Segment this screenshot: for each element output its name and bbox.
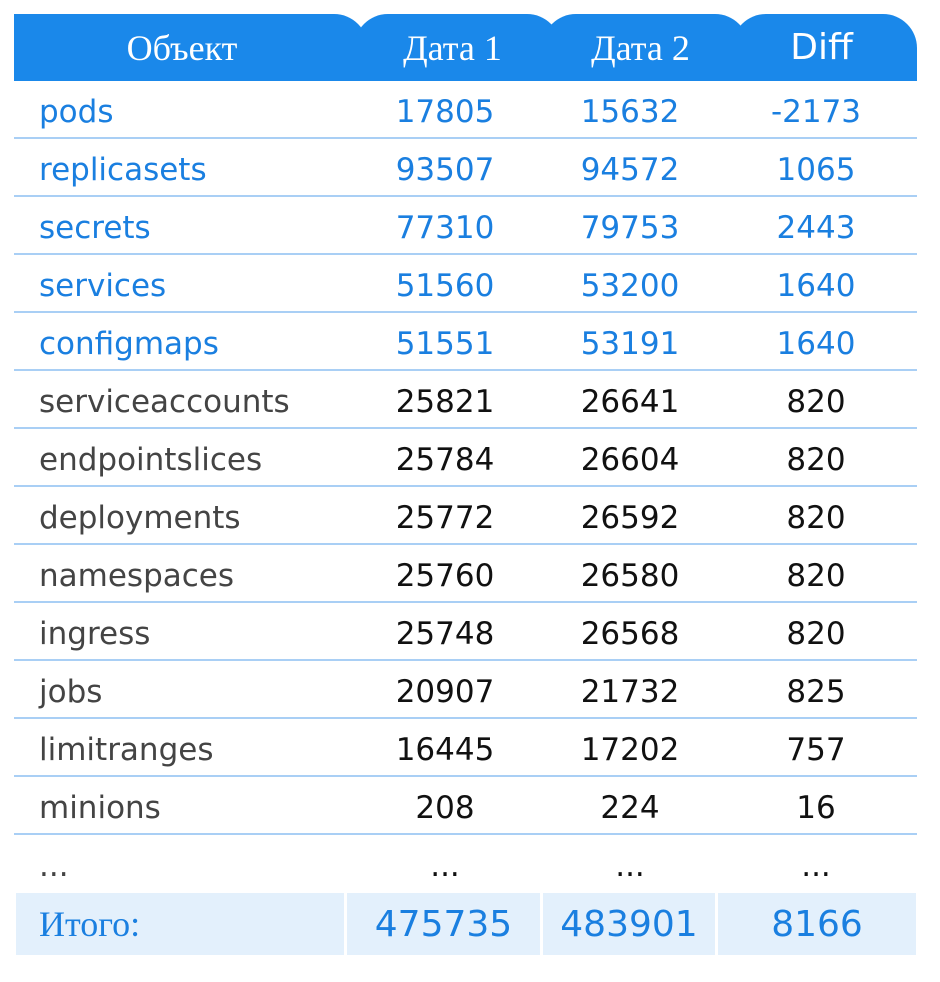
row-date2-value: 26592 [580, 500, 680, 536]
table-row: minions 208 224 16 [14, 777, 917, 835]
table-row: namespaces 25760 26580 820 [14, 545, 917, 603]
column-header-date2: Дата 2 [542, 14, 749, 81]
row-object-name: secrets [39, 210, 151, 246]
row-date1-value: 25784 [395, 442, 495, 478]
row-date2-value: 26568 [580, 616, 680, 652]
table-row: configmaps 51551 53191 1640 [14, 313, 917, 371]
row-date1-value: 17805 [395, 94, 495, 130]
row-diff-value: 16 [796, 790, 836, 826]
row-object-name: jobs [39, 674, 103, 710]
row-object-name: configmaps [39, 326, 219, 362]
row-date2-value: 15632 [580, 94, 680, 130]
table-body: pods 17805 15632 -2173 replicasets 93507 94572… [14, 81, 917, 893]
row-date1-value: 208 [415, 790, 475, 826]
row-date1-value: 25748 [395, 616, 495, 652]
column-header-diff-label: Diff [790, 27, 853, 68]
total-date1: 475735 [347, 893, 540, 955]
table-row: limitranges 16445 17202 757 [14, 719, 917, 777]
row-date1-value: 77310 [395, 210, 495, 246]
row-date2-value: 53191 [580, 326, 680, 362]
row-date1-value: 25821 [395, 384, 495, 420]
table-row: ............ [14, 835, 917, 893]
row-object-name: endpointslices [39, 442, 263, 478]
column-header-date1-label: Дата 1 [403, 27, 502, 68]
row-date1-value: 25772 [395, 500, 495, 536]
table-header: Объект Дата 1 Дата 2 Diff [14, 14, 917, 81]
row-object-name: pods [39, 94, 114, 130]
row-diff-value: 820 [786, 616, 846, 652]
row-date1-value: 93507 [395, 152, 495, 188]
row-diff-value: ... [801, 848, 831, 884]
table-row: jobs 20907 21732 825 [14, 661, 917, 719]
column-header-diff: Diff [732, 14, 917, 81]
row-object-name: replicasets [39, 152, 207, 188]
row-date2-value: 26641 [580, 384, 680, 420]
row-diff-value: -2173 [770, 94, 862, 130]
row-object-name: services [39, 268, 167, 304]
row-date1-value: 51551 [395, 326, 495, 362]
total-row: Итого: 475735 483901 8166 [14, 893, 917, 955]
comparison-table: Объект Дата 1 Дата 2 Diff pods 17805 15632… [14, 14, 917, 955]
row-date2-value: 79753 [580, 210, 680, 246]
row-object-name: minions [39, 790, 161, 826]
row-date1-value: 20907 [395, 674, 495, 710]
table-row: replicasets 93507 94572 1065 [14, 139, 917, 197]
row-date2-value: 53200 [580, 268, 680, 304]
row-diff-value: 820 [786, 558, 846, 594]
table-row: deployments 25772 26592 820 [14, 487, 917, 545]
table-row: ingress 25748 26568 820 [14, 603, 917, 661]
table-row: endpointslices 25784 26604 820 [14, 429, 917, 487]
row-date2-value: ... [615, 848, 645, 884]
column-header-object-label: Объект [126, 27, 238, 68]
table-row: serviceaccounts 25821 26641 820 [14, 371, 917, 429]
row-object-name: namespaces [39, 558, 235, 594]
row-diff-value: 825 [786, 674, 846, 710]
table-row: secrets 77310 79753 2443 [14, 197, 917, 255]
row-diff-value: 1640 [776, 326, 856, 362]
row-object-name: deployments [39, 500, 241, 536]
row-date2-value: 94572 [580, 152, 680, 188]
row-diff-value: 1640 [776, 268, 856, 304]
row-diff-value: 757 [786, 732, 846, 768]
row-date2-value: 26604 [580, 442, 680, 478]
row-object-name: serviceaccounts [39, 384, 290, 420]
row-object-name: ingress [39, 616, 151, 652]
row-date2-value: 21732 [580, 674, 680, 710]
row-date2-value: 224 [600, 790, 660, 826]
column-header-object: Объект [14, 14, 368, 81]
row-object-name: ... [39, 848, 69, 884]
table-row: pods 17805 15632 -2173 [14, 81, 917, 139]
column-header-date2-label: Дата 2 [591, 27, 690, 68]
row-diff-value: 820 [786, 442, 846, 478]
row-date1-value: 51560 [395, 268, 495, 304]
row-date2-value: 17202 [580, 732, 680, 768]
row-diff-value: 2443 [776, 210, 856, 246]
table-row: services 51560 53200 1640 [14, 255, 917, 313]
row-diff-value: 1065 [776, 152, 856, 188]
row-diff-value: 820 [786, 384, 846, 420]
total-label: Итого: [16, 893, 344, 955]
column-header-date1: Дата 1 [354, 14, 561, 81]
row-date2-value: 26580 [580, 558, 680, 594]
row-object-name: limitranges [39, 732, 214, 768]
row-date1-value: ... [430, 848, 460, 884]
total-date2: 483901 [543, 893, 715, 955]
row-date1-value: 25760 [395, 558, 495, 594]
row-date1-value: 16445 [395, 732, 495, 768]
total-diff: 8166 [718, 893, 916, 955]
row-diff-value: 820 [786, 500, 846, 536]
